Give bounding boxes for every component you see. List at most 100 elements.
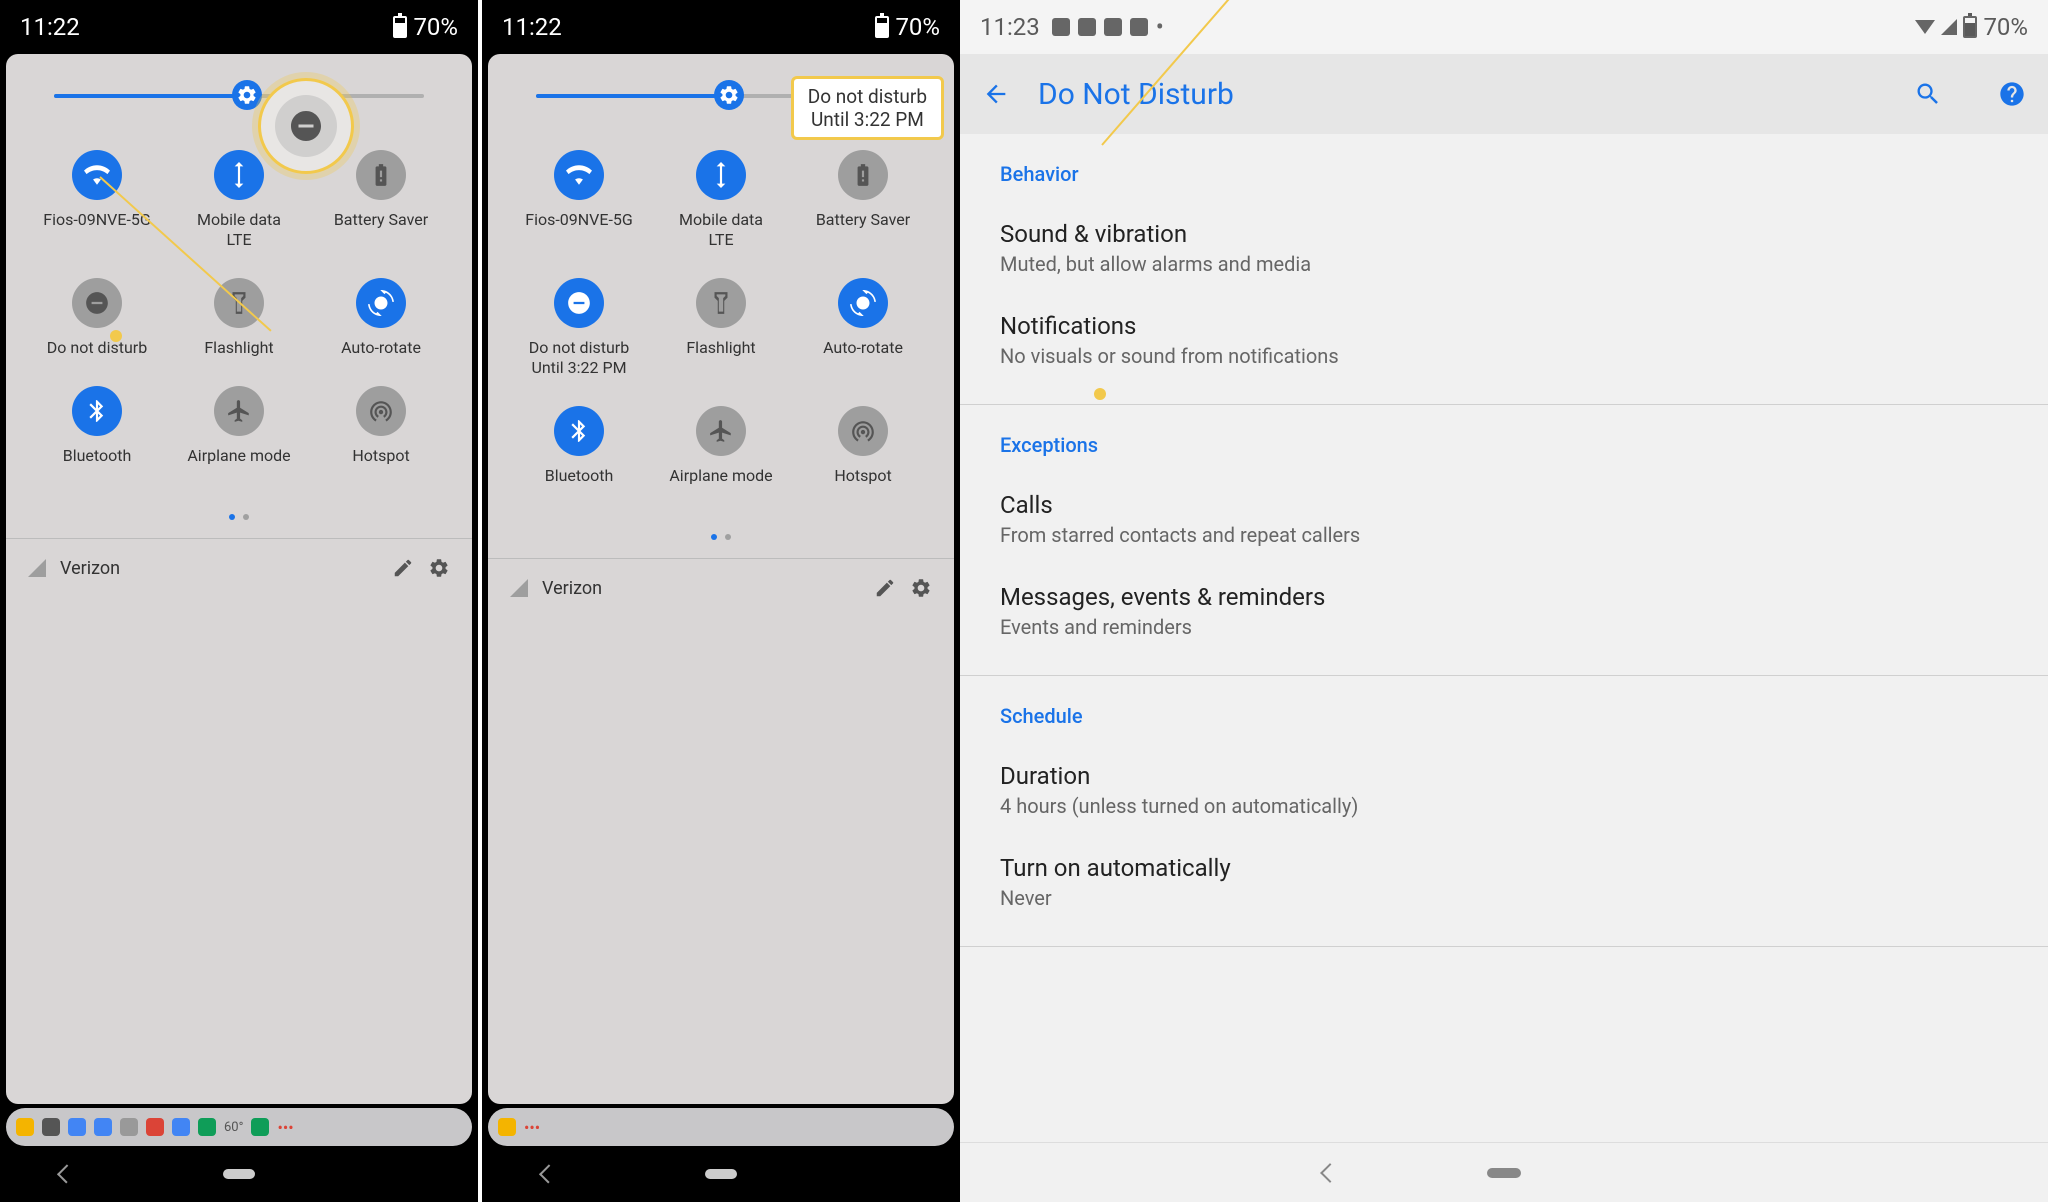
dnd-icon: [72, 278, 122, 328]
setting-subtitle: Never: [1000, 886, 2008, 910]
quick-settings-panel: Fios-09NVE-5GMobile dataLTEBattery Saver…: [6, 54, 472, 1104]
nav-bar: [482, 1146, 960, 1202]
qs-tile-flashlight[interactable]: Flashlight: [168, 278, 310, 358]
setting-subtitle: No visuals or sound from notifications: [1000, 344, 2008, 368]
qs-tile-battery[interactable]: Battery Saver: [792, 150, 934, 250]
qs-tile-data[interactable]: Mobile dataLTE: [650, 150, 792, 250]
section-header: Schedule: [960, 676, 2048, 744]
tile-label: Auto-rotate: [823, 338, 903, 358]
status-time: 11:23: [980, 13, 1040, 41]
qs-tile-dnd[interactable]: Do not disturbUntil 3:22 PM: [508, 278, 650, 378]
status-bar: 11:23 • 70%: [960, 0, 2048, 54]
notification-icons-row[interactable]: •••: [488, 1108, 954, 1146]
status-bar: 11:22 70%: [482, 0, 960, 54]
page-title: Do Not Disturb: [1038, 77, 1858, 112]
setting-subtitle: Events and reminders: [1000, 615, 2008, 639]
settings-icon[interactable]: [428, 557, 450, 579]
back-button[interactable]: [982, 80, 1010, 108]
qs-tile-wifi[interactable]: Fios-09NVE-5G: [26, 150, 168, 250]
data-icon: [214, 150, 264, 200]
tile-label: Mobile dataLTE: [197, 210, 281, 250]
setting-item[interactable]: Sound & vibration Muted, but allow alarms…: [960, 202, 2048, 294]
callout-dnd-magnified: [258, 78, 354, 174]
qs-tile-wifi[interactable]: Fios-09NVE-5G: [508, 150, 650, 250]
battery-icon: [1963, 16, 1977, 38]
battery-icon: [838, 150, 888, 200]
status-time: 11:22: [502, 13, 562, 41]
qs-tile-hotspot[interactable]: Hotspot: [310, 386, 452, 466]
qs-tile-rotate[interactable]: Auto-rotate: [792, 278, 934, 378]
qs-tile-bluetooth[interactable]: Bluetooth: [26, 386, 168, 466]
signal-icon: [1941, 19, 1957, 35]
brightness-slider[interactable]: [6, 54, 472, 138]
nav-home-pill[interactable]: [223, 1169, 255, 1179]
qs-tile-bluetooth[interactable]: Bluetooth: [508, 406, 650, 486]
tile-label: Do not disturb: [47, 338, 147, 358]
tile-label: Hotspot: [352, 446, 409, 466]
search-icon[interactable]: [1914, 80, 1942, 108]
setting-title: Sound & vibration: [1000, 220, 2008, 248]
signal-icon: [510, 579, 528, 597]
qs-tile-airplane[interactable]: Airplane mode: [650, 406, 792, 486]
setting-item[interactable]: Calls From starred contacts and repeat ca…: [960, 473, 2048, 565]
help-icon[interactable]: [1998, 80, 2026, 108]
nav-home-pill[interactable]: [1487, 1168, 1521, 1178]
nav-back-button[interactable]: [57, 1164, 76, 1183]
battery-icon: [356, 150, 406, 200]
tile-label: Fios-09NVE-5G: [525, 210, 633, 230]
edit-icon[interactable]: [874, 577, 896, 599]
setting-item[interactable]: Messages, events & reminders Events and r…: [960, 565, 2048, 657]
setting-item[interactable]: Turn on automatically Never: [960, 836, 2048, 928]
nav-back-button[interactable]: [1320, 1163, 1340, 1183]
page-dots: [6, 496, 472, 538]
weather-label: 60°: [224, 1120, 243, 1135]
notification-icons-row[interactable]: 60° •••: [6, 1108, 472, 1146]
airplane-icon: [214, 386, 264, 436]
qs-tile-rotate[interactable]: Auto-rotate: [310, 278, 452, 358]
setting-subtitle: From starred contacts and repeat callers: [1000, 523, 2008, 547]
tile-label: Mobile dataLTE: [679, 210, 763, 250]
tile-label: Bluetooth: [63, 446, 132, 466]
carrier-label: Verizon: [60, 558, 378, 579]
callout-dot: [110, 330, 122, 342]
wifi-icon: [72, 150, 122, 200]
battery-pct: 70%: [895, 13, 940, 41]
tile-label: Auto-rotate: [341, 338, 421, 358]
tile-label: Hotspot: [834, 466, 891, 486]
setting-subtitle: Muted, but allow alarms and media: [1000, 252, 2008, 276]
setting-item[interactable]: Duration 4 hours (unless turned on automa…: [960, 744, 2048, 836]
hotspot-icon: [838, 406, 888, 456]
callout-dot: [1094, 388, 1106, 400]
app-icon: [1052, 18, 1070, 36]
setting-title: Messages, events & reminders: [1000, 583, 2008, 611]
tile-label: Airplane mode: [187, 446, 290, 466]
app-icon: [1130, 18, 1148, 36]
airplane-icon: [696, 406, 746, 456]
status-time: 11:22: [20, 13, 80, 41]
nav-bar: [0, 1146, 478, 1202]
setting-title: Duration: [1000, 762, 2008, 790]
qs-tile-hotspot[interactable]: Hotspot: [792, 406, 934, 486]
tile-label: Flashlight: [686, 338, 755, 358]
tile-label: Fios-09NVE-5G: [43, 210, 151, 230]
tile-label: Bluetooth: [545, 466, 614, 486]
setting-title: Turn on automatically: [1000, 854, 2008, 882]
setting-title: Notifications: [1000, 312, 2008, 340]
nav-back-button[interactable]: [539, 1164, 558, 1183]
qs-tile-dnd[interactable]: Do not disturb: [26, 278, 168, 358]
qs-tile-flashlight[interactable]: Flashlight: [650, 278, 792, 378]
tile-label: Airplane mode: [669, 466, 772, 486]
nav-home-pill[interactable]: [705, 1169, 737, 1179]
battery-icon: [875, 16, 889, 38]
bluetooth-icon: [72, 386, 122, 436]
tile-label: Flashlight: [204, 338, 273, 358]
settings-icon[interactable]: [910, 577, 932, 599]
signal-icon: [28, 559, 46, 577]
bluetooth-icon: [554, 406, 604, 456]
setting-item[interactable]: Notifications No visuals or sound from no…: [960, 294, 2048, 386]
setting-title: Calls: [1000, 491, 2008, 519]
qs-tile-airplane[interactable]: Airplane mode: [168, 386, 310, 466]
setting-subtitle: 4 hours (unless turned on automatically): [1000, 794, 2008, 818]
edit-icon[interactable]: [392, 557, 414, 579]
quick-settings-panel: Fios-09NVE-5G Mobile dataLTE Battery Saver…: [488, 54, 954, 1104]
